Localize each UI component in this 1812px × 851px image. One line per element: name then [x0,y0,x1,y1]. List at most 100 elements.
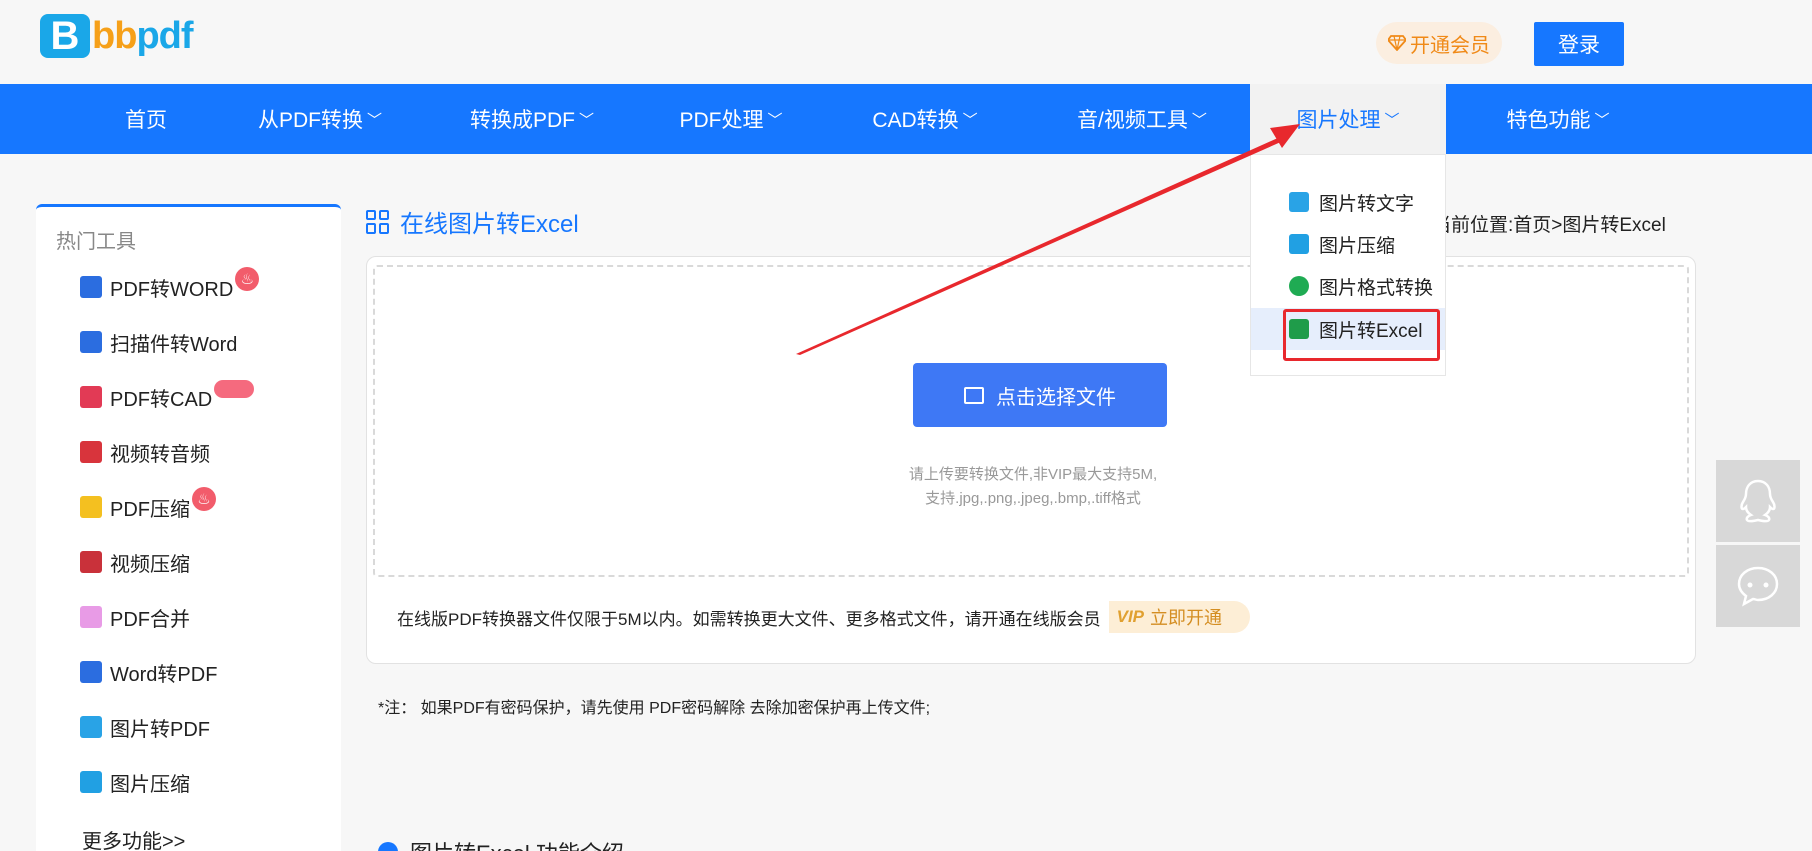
word-file-icon [80,276,102,298]
notice-text: 在线版PDF转换器文件仅限于5M以内。如需转换更大文件、更多格式文件，请开通在线… [397,609,1101,629]
sidebar-item-label: 视频转音频 [110,443,210,466]
upload-panel: 点击选择文件 请上传要转换文件,非VIP最大支持5M, 支持.jpg,.png,… [366,256,1696,664]
video-file-icon [80,551,102,573]
feature-intro-title: 图片转Excel 功能介绍 [378,836,624,851]
diamond-icon [1388,35,1406,51]
dropdown-item-label: 图片压缩 [1319,235,1396,257]
word-file-icon [80,661,102,683]
file-dropzone[interactable]: 点击选择文件 请上传要转换文件,非VIP最大支持5M, 支持.jpg,.png,… [373,265,1689,577]
cad-file-icon [80,386,102,408]
sidebar-item-word-to-pdf[interactable]: Word转PDF [80,657,217,687]
nav-label: PDF处理 [679,109,764,132]
image-file-icon [80,771,102,793]
sidebar-item-label: Word转PDF [110,663,218,686]
upload-hint-line-2: 支持.jpg,.png,.jpeg,.bmp,.tiff格式 [925,490,1141,507]
select-file-button[interactable]: 点击选择文件 [913,363,1167,427]
more-features-link[interactable]: 更多功能>> [82,825,185,851]
chevron-down-icon: ﹀ [1384,111,1400,129]
open-vip-button[interactable]: VIP 立即开通 [1108,601,1251,633]
compress-file-icon [80,496,102,518]
sidebar-item-pdf-merge[interactable]: PDF合并 [80,602,190,632]
breadcrumb-text: 当前位置:首页>图片转Excel [1432,215,1666,236]
select-file-label: 点击选择文件 [996,386,1116,409]
sidebar-item-pdf-compress[interactable]: PDF压缩 ♨ [80,487,216,522]
highlight-box [1283,309,1440,361]
dropdown-item-image-to-text[interactable]: 图片转文字 [1251,181,1445,223]
page-title: 在线图片转Excel [366,204,579,239]
fire-icon: ♨ [192,487,216,511]
logo[interactable]: B bbpdf [40,14,194,58]
sidebar-item-label: PDF压缩 [110,498,190,521]
sidebar-item-label: PDF转CAD [110,388,213,411]
chat-button[interactable] [1716,545,1800,627]
qq-icon [1740,479,1776,523]
info-icon [378,842,398,851]
dropdown-item-label: 图片转文字 [1319,193,1415,215]
chevron-down-icon: ﹀ [767,111,783,129]
sidebar-item-label: 视频压缩 [110,553,190,576]
image-text-icon [1289,192,1309,212]
nav-label: CAD转换 [872,109,959,132]
breadcrumb: 当前位置:首页>图片转Excel [1432,210,1666,237]
sidebar-item-image-compress[interactable]: 图片压缩 [80,767,190,797]
nav-label: 音/视频工具 [1077,109,1188,132]
new-badge [214,380,255,398]
nav-item-image-tools[interactable]: 图片处理 ﹀ [1250,84,1446,154]
open-vip-label: 立即开通 [1150,608,1223,628]
main-nav: 首页 从PDF转换 ﹀ 转换成PDF ﹀ PDF处理 ﹀ CAD转换 ﹀ 音/视频工具 ﹀… [0,84,1812,154]
sidebar: 热门工具 PDF转WORD ♨ 扫描件转Word PDF转CAD 视频转音频 P… [36,204,341,851]
merge-file-icon [80,606,102,628]
qq-contact-button[interactable] [1716,460,1800,542]
dropdown-item-image-format[interactable]: 图片格式转换 [1251,265,1445,307]
nav-label: 特色功能 [1506,109,1591,132]
fire-icon: ♨ [235,267,260,291]
word-file-icon [80,331,102,353]
logo-badge: B [40,14,90,58]
sidebar-item-label: 图片压缩 [110,773,190,796]
chevron-down-icon: ﹀ [366,111,382,129]
vip-button-label: 开通会员 [1410,34,1490,57]
chevron-down-icon: ﹀ [1191,111,1207,129]
chevron-down-icon: ﹀ [1594,111,1610,129]
nav-item-av-tools[interactable]: 音/视频工具 ﹀ [1052,84,1232,154]
sidebar-item-label: 扫描件转Word [110,333,238,356]
logo-text-b: pdf [136,14,193,57]
login-button[interactable]: 登录 [1534,22,1624,66]
chevron-down-icon: ﹀ [962,111,978,129]
nav-label: 转换成PDF [469,109,575,132]
sidebar-item-label: PDF合并 [110,608,190,631]
nav-item-from-pdf[interactable]: 从PDF转换 ﹀ [240,84,400,154]
sidebar-item-pdf-to-cad[interactable]: PDF转CAD [80,380,255,412]
logo-text: bbpdf [92,14,194,58]
nav-item-home[interactable]: 首页 [96,84,196,154]
sidebar-item-label: PDF转WORD [110,278,234,301]
vip-badge-icon: VIP [1116,607,1145,626]
logo-text-a: bb [92,14,137,57]
size-limit-notice: 在线版PDF转换器文件仅限于5M以内。如需转换更大文件、更多格式文件，请开通在线… [397,601,1251,633]
nav-item-cad[interactable]: CAD转换 ﹀ [850,84,1000,154]
page: B bbpdf 开通会员 登录 首页 从PDF转换 ﹀ 转换成PDF ﹀ PDF处理… [0,0,1812,851]
nav-label: 从PDF转换 [257,109,363,132]
video-file-icon [80,441,102,463]
image-compress-icon [1289,234,1309,254]
sidebar-item-video-to-audio[interactable]: 视频转音频 [80,437,210,467]
sidebar-item-pdf-to-word[interactable]: PDF转WORD ♨ [80,267,260,302]
vip-button[interactable]: 开通会员 [1376,22,1502,64]
sidebar-item-label: 图片转PDF [110,718,210,741]
image-file-icon [80,716,102,738]
chevron-down-icon: ﹀ [578,111,594,129]
sidebar-item-video-compress[interactable]: 视频压缩 [80,547,190,577]
dropdown-item-image-compress[interactable]: 图片压缩 [1251,223,1445,265]
sidebar-item-image-to-pdf[interactable]: 图片转PDF [80,712,210,742]
nav-item-pdf-tools[interactable]: PDF处理 ﹀ [660,84,802,154]
nav-item-to-pdf[interactable]: 转换成PDF ﹀ [452,84,612,154]
page-title-text: 在线图片转Excel [400,211,579,238]
sidebar-item-scan-to-word[interactable]: 扫描件转Word [80,327,237,357]
nav-label: 图片处理 [1296,109,1381,132]
feature-intro-text: 图片转Excel 功能介绍 [410,836,624,851]
header: B bbpdf 开通会员 登录 [0,0,1812,84]
upload-folder-icon [964,386,984,404]
nav-item-special[interactable]: 特色功能 ﹀ [1478,84,1638,154]
password-note: *注： 如果PDF有密码保护，请先使用 PDF密码解除 去除加密保护再上传文件; [378,700,931,717]
upload-hint-line-1: 请上传要转换文件,非VIP最大支持5M, [908,466,1158,483]
